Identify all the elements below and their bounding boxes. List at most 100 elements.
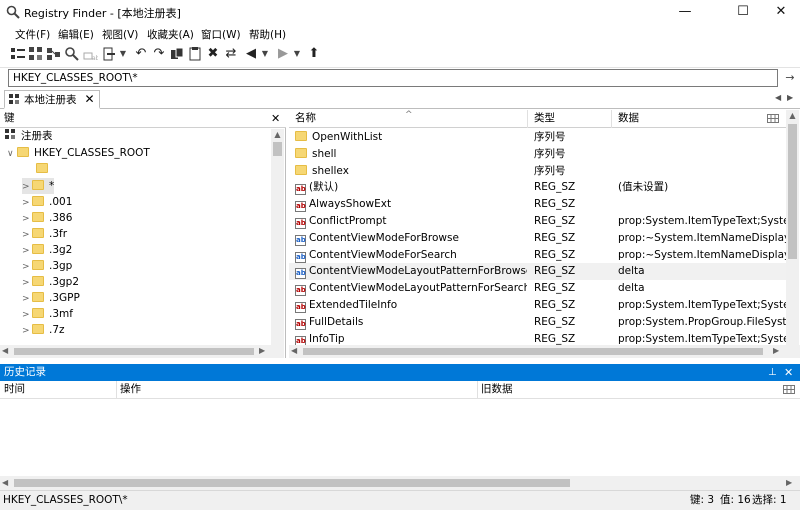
magnifier-app-icon bbox=[6, 5, 20, 19]
refresh-icon[interactable]: ⇄ bbox=[223, 46, 239, 62]
close-icon[interactable]: ✕ bbox=[271, 110, 280, 127]
scroll-right-icon[interactable]: ▶ bbox=[773, 345, 779, 357]
up-level-icon[interactable]: ⬆ bbox=[306, 46, 322, 62]
tab-local-registry[interactable]: 本地注册表 ✕ bbox=[4, 90, 100, 109]
history-list[interactable] bbox=[0, 399, 800, 476]
tree-item[interactable]: > .7z bbox=[22, 322, 65, 338]
rename-icon[interactable]: ab bbox=[82, 46, 100, 62]
close-window-button[interactable]: ✕ bbox=[758, 0, 800, 24]
column-type[interactable]: 类型 bbox=[528, 110, 612, 128]
scrollbar-thumb[interactable] bbox=[14, 479, 570, 487]
tree-horizontal-scrollbar[interactable]: ◀ ▶ bbox=[0, 345, 284, 358]
history-horizontal-scrollbar[interactable]: ◀ ▶ bbox=[0, 476, 800, 490]
tree-item[interactable]: > .3gp bbox=[22, 258, 72, 274]
column-action[interactable]: 操作 bbox=[116, 381, 476, 399]
redo-icon[interactable]: ↷ bbox=[151, 46, 167, 62]
chevron-down-icon[interactable]: ▼ bbox=[293, 48, 301, 60]
menu-file[interactable]: 文件(F) bbox=[15, 27, 50, 42]
table-row[interactable]: shell 序列号 bbox=[289, 146, 786, 163]
scrollbar-thumb[interactable] bbox=[14, 348, 254, 355]
tree-item[interactable]: > .3GPP bbox=[22, 290, 80, 306]
tab-scroll-left-icon[interactable]: ◀ bbox=[775, 93, 781, 102]
tree-item[interactable]: > .3mf bbox=[22, 306, 73, 322]
undo-icon[interactable]: ↶ bbox=[133, 46, 149, 62]
column-old-data[interactable]: 旧数据 bbox=[477, 381, 757, 399]
column-time[interactable]: 时间 bbox=[0, 381, 116, 399]
chevron-right-icon[interactable]: > bbox=[22, 275, 32, 291]
chevron-right-icon[interactable]: > bbox=[22, 291, 32, 307]
table-row[interactable]: ab (默认) REG_SZ (值未设置) bbox=[289, 179, 786, 196]
column-data[interactable]: 数据 bbox=[612, 110, 762, 128]
scrollbar-thumb[interactable] bbox=[303, 348, 763, 355]
tree-item[interactable]: > .3g2 bbox=[22, 242, 72, 258]
scroll-left-icon[interactable]: ◀ bbox=[291, 345, 297, 357]
scroll-right-icon[interactable]: ▶ bbox=[786, 477, 792, 489]
chevron-down-icon[interactable]: ▼ bbox=[119, 48, 127, 60]
tree-item[interactable]: > .386 bbox=[22, 210, 72, 226]
address-input[interactable]: HKEY_CLASSES_ROOT\* bbox=[8, 69, 778, 87]
back-icon[interactable]: ◀ bbox=[243, 46, 259, 62]
tree-item[interactable]: > .3gp2 bbox=[22, 274, 79, 290]
pin-icon[interactable]: ⊥ bbox=[768, 364, 777, 381]
close-icon[interactable]: ✕ bbox=[784, 364, 793, 381]
tab-scroll-right-icon[interactable]: ▶ bbox=[787, 93, 793, 102]
values-vertical-scrollbar[interactable]: ▲ bbox=[786, 110, 799, 345]
tree-item[interactable]: > .3fr bbox=[22, 226, 67, 242]
menu-favorites[interactable]: 收藏夹(A) bbox=[147, 27, 194, 42]
tab-label: 本地注册表 bbox=[24, 93, 77, 106]
menu-help[interactable]: 帮助(H) bbox=[249, 27, 286, 42]
chevron-right-icon[interactable]: > bbox=[22, 227, 32, 243]
scrollbar-thumb[interactable] bbox=[788, 124, 797, 259]
scroll-up-icon[interactable]: ▲ bbox=[786, 110, 799, 122]
tree-item-empty[interactable] bbox=[36, 161, 53, 177]
copy-icon[interactable] bbox=[169, 46, 185, 62]
table-row[interactable]: ab ConflictPrompt REG_SZ prop:System.ItemTy… bbox=[289, 213, 786, 230]
tree-view-icon[interactable] bbox=[10, 46, 26, 62]
chevron-right-icon[interactable]: > bbox=[22, 323, 32, 339]
table-row[interactable]: shellex 序列号 bbox=[289, 163, 786, 180]
paste-icon[interactable] bbox=[187, 46, 203, 62]
chevron-down-icon[interactable]: ∨ bbox=[7, 146, 17, 162]
chevron-right-icon[interactable]: > bbox=[22, 307, 32, 323]
scroll-left-icon[interactable]: ◀ bbox=[2, 345, 8, 357]
minimize-button[interactable]: — bbox=[662, 0, 708, 24]
tree-item[interactable]: > .001 bbox=[22, 194, 72, 210]
values-horizontal-scrollbar[interactable]: ◀ ▶ bbox=[289, 345, 800, 358]
value-type: 序列号 bbox=[534, 147, 566, 160]
table-row[interactable]: ab AlwaysShowExt REG_SZ bbox=[289, 196, 786, 213]
registry-network-icon[interactable] bbox=[46, 46, 62, 62]
table-row[interactable]: ab FullDetails REG_SZ prop:System.PropGroup… bbox=[289, 314, 786, 331]
scrollbar-thumb[interactable] bbox=[273, 142, 282, 156]
tab-close-icon[interactable]: ✕ bbox=[85, 92, 95, 106]
scroll-up-icon[interactable]: ▲ bbox=[271, 129, 284, 141]
registry-tree-icon[interactable] bbox=[28, 46, 44, 62]
table-row[interactable]: ab ContentViewModeLayoutPatternForBrowse R… bbox=[289, 263, 786, 281]
menu-window[interactable]: 窗口(W) bbox=[201, 27, 241, 42]
menu-view[interactable]: 视图(V) bbox=[102, 27, 138, 42]
table-row[interactable]: OpenWithList 序列号 bbox=[289, 129, 786, 146]
scroll-left-icon[interactable]: ◀ bbox=[2, 477, 8, 489]
column-chooser-icon[interactable] bbox=[767, 114, 779, 123]
search-icon[interactable] bbox=[64, 46, 80, 62]
go-arrow-icon[interactable]: → bbox=[783, 70, 797, 86]
new-item-icon[interactable] bbox=[101, 46, 117, 62]
table-row[interactable]: ab ExtendedTileInfo REG_SZ prop:System.Item… bbox=[289, 297, 786, 314]
chevron-right-icon[interactable]: > bbox=[22, 259, 32, 275]
tree-item-hkcr[interactable]: ∨ HKEY_CLASSES_ROOT bbox=[7, 145, 150, 161]
tree-item[interactable]: > * bbox=[22, 178, 55, 195]
chevron-right-icon[interactable]: > bbox=[22, 195, 32, 211]
column-chooser-icon[interactable] bbox=[783, 385, 795, 394]
chevron-right-icon[interactable]: > bbox=[22, 179, 32, 195]
scroll-right-icon[interactable]: ▶ bbox=[259, 345, 265, 357]
chevron-down-icon[interactable]: ▼ bbox=[261, 48, 269, 60]
table-row[interactable]: ab ContentViewModeForBrowse REG_SZ prop:~Sy… bbox=[289, 230, 786, 247]
chevron-right-icon[interactable]: > bbox=[22, 211, 32, 227]
chevron-right-icon[interactable]: > bbox=[22, 243, 32, 259]
forward-icon[interactable]: ▶ bbox=[275, 46, 291, 62]
table-row[interactable]: ab ContentViewModeLayoutPatternForSearch R… bbox=[289, 280, 786, 297]
table-row[interactable]: ab ContentViewModeForSearch REG_SZ prop:~Sy… bbox=[289, 247, 786, 264]
delete-icon[interactable]: ✖ bbox=[205, 46, 221, 62]
menu-edit[interactable]: 编辑(E) bbox=[58, 27, 94, 42]
tree-root[interactable]: 注册表 bbox=[5, 128, 53, 144]
tree-vertical-scrollbar[interactable]: ▲ bbox=[271, 129, 284, 345]
